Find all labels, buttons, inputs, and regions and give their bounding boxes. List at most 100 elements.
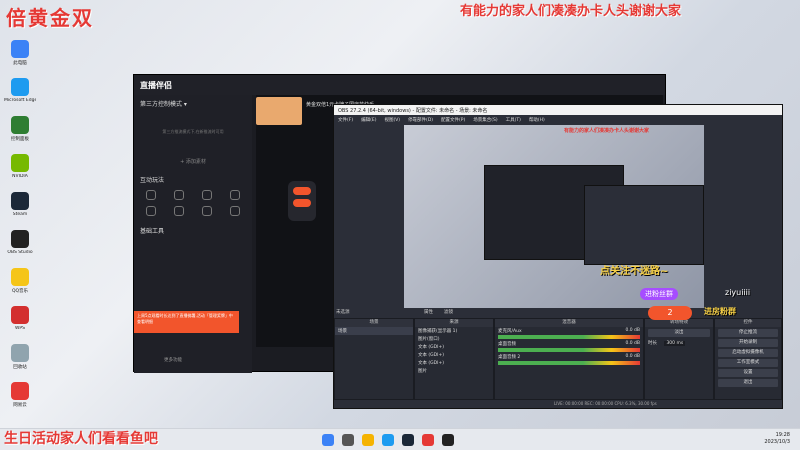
interaction-icon bbox=[146, 206, 156, 216]
search-icon[interactable] bbox=[342, 434, 354, 446]
desktop-icon[interactable]: WPS bbox=[4, 306, 36, 340]
stream-widget bbox=[288, 181, 316, 221]
obs-menu-item[interactable]: 场景集合(S) bbox=[473, 117, 497, 123]
control-button[interactable]: 停止推流 bbox=[718, 329, 778, 337]
desktop-icon[interactable]: Steam bbox=[4, 192, 36, 226]
interaction-item[interactable] bbox=[196, 190, 218, 200]
obs-taskbar-icon[interactable] bbox=[442, 434, 454, 446]
controls-header: 控件 bbox=[715, 319, 781, 327]
obs-menu-item[interactable]: 帮助(H) bbox=[529, 117, 545, 123]
interaction-icon bbox=[202, 206, 212, 216]
tools-section: 基础工具 bbox=[140, 228, 165, 235]
interaction-item[interactable] bbox=[224, 206, 246, 216]
source-item[interactable]: 图像捕获(显示器 1) bbox=[415, 327, 493, 335]
interaction-item[interactable] bbox=[196, 206, 218, 216]
scenes-dock: 场景 场景 bbox=[334, 318, 414, 400]
clock-date: 2023/10/3 bbox=[764, 439, 790, 445]
volume-meter[interactable] bbox=[498, 335, 640, 339]
scene-header[interactable]: 第三方控制模式 ▾ bbox=[134, 95, 252, 112]
control-button[interactable]: 开始录制 bbox=[718, 339, 778, 347]
desktop-icon[interactable]: Microsoft Edge bbox=[4, 78, 36, 112]
obs-menu-item[interactable]: 文件(F) bbox=[338, 117, 353, 123]
desktop-icon[interactable]: 回收站 bbox=[4, 344, 36, 378]
mixer-channel-db: 0.0 dB bbox=[625, 341, 640, 346]
start-icon[interactable] bbox=[322, 434, 334, 446]
desktop-icon[interactable]: QQ音乐 bbox=[4, 268, 36, 302]
obs-menubar: 文件(F) 编辑(E) 视图(V) 停靠部件(D) 配置文件(P) 场景集合(S) 工具(T… bbox=[334, 115, 782, 124]
obs-menu-item[interactable]: 配置文件(P) bbox=[441, 117, 465, 123]
app-icon bbox=[11, 116, 29, 134]
clock: 19:28 2023/10/3 bbox=[764, 432, 790, 446]
control-button[interactable]: 启动虚拟摄像机 bbox=[718, 349, 778, 357]
mixer-channel-name: 桌面音频 bbox=[498, 342, 516, 347]
fans-label: 进房粉群 bbox=[704, 307, 736, 316]
source-item[interactable]: 图片 bbox=[415, 367, 493, 375]
duration-row: 时长 300 ms bbox=[645, 339, 713, 347]
interaction-item[interactable] bbox=[168, 206, 190, 216]
desktop-icon-label: 此电脑 bbox=[13, 61, 27, 66]
app-icon bbox=[11, 382, 29, 400]
transition-select[interactable]: 淡出 bbox=[648, 329, 710, 337]
interaction-icon bbox=[230, 190, 240, 200]
app-icon bbox=[11, 192, 29, 210]
obs-menu-item[interactable]: 停靠部件(D) bbox=[408, 117, 433, 123]
clock-time: 19:28 bbox=[775, 432, 790, 438]
overlay-title-left: 倍黄金双 bbox=[6, 6, 94, 30]
edge-icon[interactable] bbox=[382, 434, 394, 446]
app-icon[interactable] bbox=[422, 434, 434, 446]
stop-button[interactable] bbox=[293, 199, 311, 207]
filters-button[interactable]: 滤镜 bbox=[444, 309, 453, 315]
source-item[interactable]: 文本 (GDI+) bbox=[415, 359, 493, 367]
overlay-title-bottom: 生日活动家人们看看鱼吧 bbox=[4, 431, 158, 447]
desktop-icon-label: 网易云 bbox=[13, 403, 27, 408]
mixer-channel-name: 麦克风/Aux bbox=[498, 329, 522, 334]
source-item[interactable]: 图片(窗口) bbox=[415, 335, 493, 343]
desktop-icon[interactable]: 控制面板 bbox=[4, 116, 36, 150]
mixer-channel-db: 0.0 dB bbox=[625, 328, 640, 333]
start-button[interactable] bbox=[293, 187, 311, 195]
fan-count: 2 bbox=[667, 308, 673, 317]
source-item[interactable]: 文本 (GDI+) bbox=[415, 343, 493, 351]
interaction-item[interactable] bbox=[140, 190, 162, 200]
desktop-icon-label: Steam bbox=[12, 212, 28, 217]
volume-meter[interactable] bbox=[498, 348, 640, 352]
interaction-item[interactable] bbox=[168, 190, 190, 200]
interaction-item[interactable] bbox=[224, 190, 246, 200]
control-button[interactable]: 设置 bbox=[718, 369, 778, 377]
obs-menu-item[interactable]: 工具(T) bbox=[506, 117, 521, 123]
preview-banner: 有能力的家人们凑凑办卡人头谢谢大家 bbox=[564, 128, 650, 134]
steam-icon[interactable] bbox=[402, 434, 414, 446]
mixer-list: 麦克风/Aux 0.0 dB 桌面音频 0.0 dB 桌面音频 2 0.0 dB bbox=[495, 327, 643, 366]
control-button[interactable]: 退出 bbox=[718, 379, 778, 387]
more-features-link[interactable]: 更多功能 bbox=[164, 357, 182, 363]
obs-titlebar: OBS 27.2.4 (64-bit, windows) - 配置文件: 未命名… bbox=[334, 105, 782, 115]
add-source-button[interactable]: + 添加素材 bbox=[134, 158, 252, 165]
interaction-icon bbox=[174, 190, 184, 200]
interaction-grid bbox=[134, 188, 252, 218]
desktop-icon[interactable]: 此电脑 bbox=[4, 40, 36, 74]
volume-meter[interactable] bbox=[498, 361, 640, 365]
interaction-item[interactable] bbox=[140, 206, 162, 216]
duration-value[interactable]: 300 ms bbox=[664, 341, 686, 346]
control-button[interactable]: 工作室模式 bbox=[718, 359, 778, 367]
notice-banner[interactable]: 上周5点观看时长达到了直播佛署,活动「管理奖牌」中查看明细 bbox=[134, 311, 239, 333]
folder-icon[interactable] bbox=[362, 434, 374, 446]
desktop-icon[interactable]: OBS Studio bbox=[4, 230, 36, 264]
obs-menu-item[interactable]: 编辑(E) bbox=[361, 117, 376, 123]
interaction-icon bbox=[202, 190, 212, 200]
obs-preview: 有能力的家人们凑凑办卡人头谢谢大家 bbox=[404, 125, 704, 308]
app-icon bbox=[11, 230, 29, 248]
obs-menu-item[interactable]: 视图(V) bbox=[384, 117, 400, 123]
scene-item[interactable]: 场景 bbox=[335, 327, 413, 335]
mixer-dock: 混音器 麦克风/Aux 0.0 dB 桌面音频 0.0 dB 桌面音频 2 0.0 dB bbox=[494, 318, 644, 400]
desktop-icon[interactable]: 网易云 bbox=[4, 382, 36, 416]
follow-text: 点关注不迷路~ bbox=[600, 266, 669, 277]
mixer-channel: 桌面音频 2 0.0 dB bbox=[495, 353, 643, 366]
duration-label: 时长 bbox=[648, 341, 657, 346]
app-icon bbox=[11, 78, 29, 96]
properties-button[interactable]: 属性 bbox=[424, 309, 433, 315]
source-item[interactable]: 文本 (GDI+) bbox=[415, 351, 493, 359]
zhibo-titlebar: 直播伴侣 bbox=[134, 75, 665, 95]
zhibo-sidebar: 第三方控制模式 ▾ 第三方推流模式下,在新推流时可用 + 添加素材 互动玩法 基… bbox=[134, 95, 252, 373]
desktop-icon[interactable]: NVIDIA bbox=[4, 154, 36, 188]
